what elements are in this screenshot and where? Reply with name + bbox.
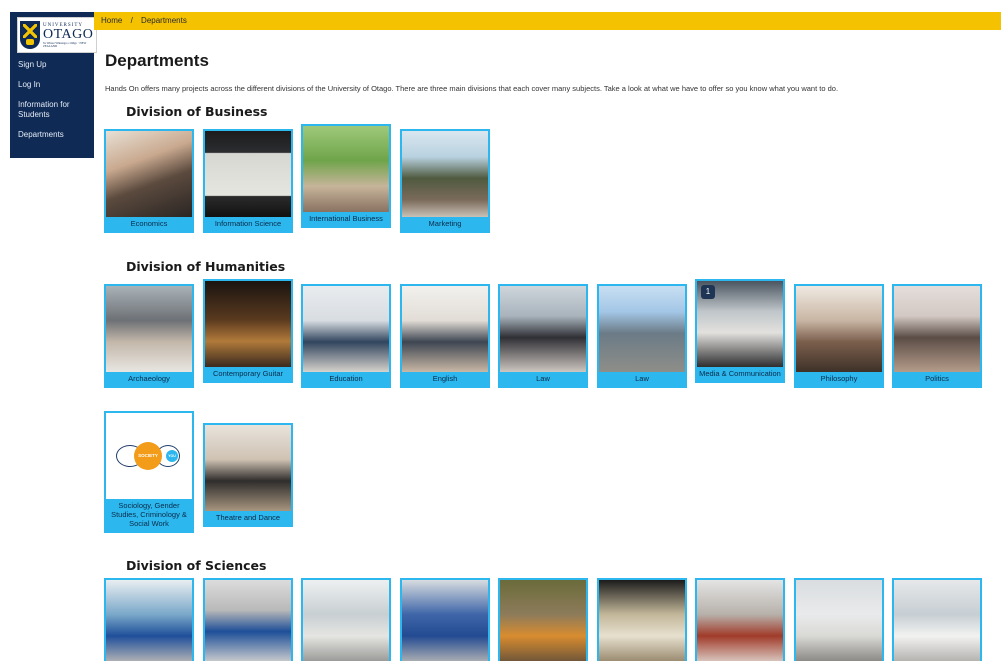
department-label: Economics bbox=[130, 219, 168, 228]
department-card-science-7[interactable] bbox=[695, 578, 785, 661]
department-card-science-4[interactable] bbox=[400, 578, 490, 661]
department-card-law-2[interactable]: Law bbox=[597, 284, 687, 388]
department-card-information-science[interactable]: Information Science bbox=[203, 129, 293, 233]
department-photo bbox=[894, 286, 980, 372]
department-label: Archaeology bbox=[128, 374, 170, 383]
breadcrumb: Home / Departments bbox=[94, 12, 1001, 30]
division-title-business: Division of Business bbox=[126, 104, 268, 119]
department-logo-graphic: SOCIETY YOU bbox=[106, 413, 192, 499]
department-photo bbox=[894, 580, 980, 661]
department-card-education[interactable]: Education bbox=[301, 284, 391, 388]
department-photo bbox=[796, 286, 882, 372]
department-photo bbox=[106, 131, 192, 217]
department-photo bbox=[205, 580, 291, 661]
department-label: Theatre and Dance bbox=[215, 513, 281, 522]
department-card-theatre-and-dance[interactable]: Theatre and Dance bbox=[203, 423, 293, 527]
page-title: Departments bbox=[105, 51, 209, 70]
department-card-science-6[interactable] bbox=[597, 578, 687, 661]
department-label: Philosophy bbox=[820, 374, 858, 383]
department-label: Marketing bbox=[428, 219, 462, 228]
society-you-logo-icon: SOCIETY YOU bbox=[116, 441, 182, 471]
sidebar-item-sign-up[interactable]: Sign Up bbox=[10, 60, 94, 70]
department-photo bbox=[106, 286, 192, 372]
department-photo bbox=[402, 286, 488, 372]
department-card-politics[interactable]: Politics bbox=[892, 284, 982, 388]
department-card-science-1[interactable] bbox=[104, 578, 194, 661]
department-label: Law bbox=[635, 374, 649, 383]
breadcrumb-home-link[interactable]: Home bbox=[101, 16, 122, 25]
department-photo bbox=[106, 580, 192, 661]
department-photo bbox=[303, 286, 389, 372]
department-card-contemporary-guitar[interactable]: Contemporary Guitar bbox=[203, 279, 293, 383]
department-photo bbox=[599, 286, 685, 372]
department-label: Law bbox=[536, 374, 550, 383]
department-label: International Business bbox=[309, 214, 383, 223]
department-photo bbox=[303, 580, 389, 661]
department-card-science-3[interactable] bbox=[301, 578, 391, 661]
department-card-science-8[interactable] bbox=[794, 578, 884, 661]
department-card-science-5[interactable] bbox=[498, 578, 588, 661]
department-photo bbox=[303, 126, 389, 212]
department-photo: 1 bbox=[697, 281, 783, 367]
department-photo bbox=[402, 580, 488, 661]
sidebar-item-log-in[interactable]: Log In bbox=[10, 80, 94, 90]
department-photo bbox=[500, 286, 586, 372]
department-label: Media & Communication bbox=[699, 369, 781, 378]
crest-icon bbox=[20, 21, 40, 49]
department-card-law[interactable]: Law bbox=[498, 284, 588, 388]
breadcrumb-separator: / bbox=[130, 16, 133, 25]
department-card-science-2[interactable] bbox=[203, 578, 293, 661]
page-intro: Hands On offers many projects across the… bbox=[105, 84, 839, 93]
logo-wordmark: UNIVERSITY OTAGO Te Whare Wānanga o Otāg… bbox=[43, 22, 94, 48]
breadcrumb-current: Departments bbox=[141, 16, 187, 25]
department-photo bbox=[599, 580, 685, 661]
sidebar: UNIVERSITY OTAGO Te Whare Wānanga o Otāg… bbox=[10, 12, 97, 158]
department-label: Education bbox=[329, 374, 363, 383]
department-label: Politics bbox=[925, 374, 949, 383]
department-card-international-business[interactable]: International Business bbox=[301, 124, 391, 228]
sidebar-item-departments[interactable]: Departments bbox=[10, 130, 94, 140]
department-card-media-communication[interactable]: 1 Media & Communication bbox=[695, 279, 785, 383]
department-photo bbox=[500, 580, 586, 661]
department-photo bbox=[796, 580, 882, 661]
department-label: Information Science bbox=[214, 219, 282, 228]
division-title-sciences: Division of Sciences bbox=[126, 558, 267, 573]
sidebar-item-information-for-students[interactable]: Information for Students bbox=[10, 100, 94, 120]
department-card-sociology[interactable]: SOCIETY YOU Sociology, Gender Studies, C… bbox=[104, 411, 194, 533]
department-label: English bbox=[432, 374, 458, 383]
department-card-philosophy[interactable]: Philosophy bbox=[794, 284, 884, 388]
department-photo bbox=[697, 580, 783, 661]
department-card-science-9[interactable] bbox=[892, 578, 982, 661]
number-one-icon: 1 bbox=[701, 285, 715, 299]
department-label: Sociology, Gender Studies, Criminology &… bbox=[111, 501, 187, 528]
sidebar-nav: Sign Up Log In Information for Students … bbox=[10, 60, 94, 150]
department-label: Contemporary Guitar bbox=[212, 369, 284, 378]
department-photo bbox=[205, 281, 291, 367]
department-photo bbox=[402, 131, 488, 217]
university-logo[interactable]: UNIVERSITY OTAGO Te Whare Wānanga o Otāg… bbox=[17, 17, 97, 53]
department-card-english[interactable]: English bbox=[400, 284, 490, 388]
department-photo bbox=[205, 425, 291, 511]
division-title-humanities: Division of Humanities bbox=[126, 259, 286, 274]
department-card-marketing[interactable]: Marketing bbox=[400, 129, 490, 233]
department-card-economics[interactable]: Economics bbox=[104, 129, 194, 233]
department-photo bbox=[205, 131, 291, 217]
department-card-archaeology[interactable]: Archaeology bbox=[104, 284, 194, 388]
